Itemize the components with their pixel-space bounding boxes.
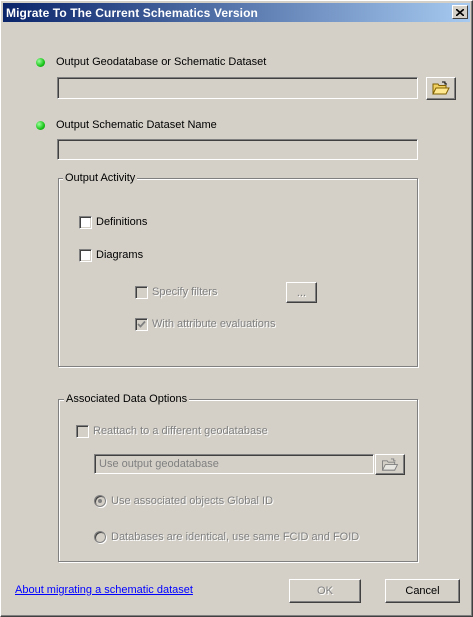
output-activity-legend: Output Activity (63, 172, 138, 184)
folder-open-icon (432, 81, 450, 95)
diagrams-checkbox[interactable] (79, 249, 92, 262)
close-button[interactable] (452, 5, 468, 19)
output-dataset-name-input[interactable] (57, 139, 418, 160)
help-link[interactable]: About migrating a schematic dataset (15, 584, 193, 596)
associated-geodatabase-input[interactable]: Use output geodatabase (94, 454, 374, 474)
cancel-button[interactable]: Cancel (385, 579, 460, 603)
definitions-checkbox[interactable] (79, 216, 92, 229)
browse-associated-geodatabase-button[interactable] (375, 454, 405, 475)
output-geodatabase-label: Output Geodatabase or Schematic Dataset (56, 56, 267, 68)
associated-data-legend: Associated Data Options (64, 393, 190, 405)
window-title: Migrate To The Current Schematics Versio… (6, 5, 258, 20)
output-dataset-name-label: Output Schematic Dataset Name (56, 119, 217, 131)
checkmark-icon (137, 320, 146, 328)
required-indicator-icon (36, 58, 45, 67)
title-bar[interactable]: Migrate To The Current Schematics Versio… (3, 3, 470, 22)
specify-filters-checkbox[interactable] (135, 286, 148, 299)
reattach-label: Reattach to a different geodatabase (93, 425, 268, 437)
definitions-label: Definitions (96, 216, 148, 228)
diagrams-label: Diagrams (96, 249, 144, 261)
folder-open-icon (381, 457, 399, 471)
output-geodatabase-input[interactable] (57, 77, 418, 99)
filters-browse-button[interactable]: ... (286, 282, 317, 303)
ok-button[interactable]: OK (289, 579, 361, 603)
migrate-dialog: Migrate To The Current Schematics Versio… (0, 0, 473, 617)
attribute-evaluations-checkbox[interactable] (135, 318, 148, 331)
use-global-id-label: Use associated objects Global ID (111, 495, 274, 507)
close-icon (456, 8, 464, 16)
required-indicator-icon (36, 121, 45, 130)
identical-databases-label: Databases are identical, use same FCID a… (111, 531, 360, 543)
attribute-evaluations-label: With attribute evaluations (152, 318, 276, 330)
output-activity-group (58, 178, 418, 367)
identical-databases-radio[interactable] (94, 531, 106, 543)
reattach-checkbox[interactable] (76, 425, 89, 438)
use-global-id-radio[interactable] (94, 495, 106, 507)
radio-selected-dot (98, 499, 102, 503)
specify-filters-label: Specify filters (152, 286, 218, 298)
browse-geodatabase-button[interactable] (426, 77, 456, 100)
